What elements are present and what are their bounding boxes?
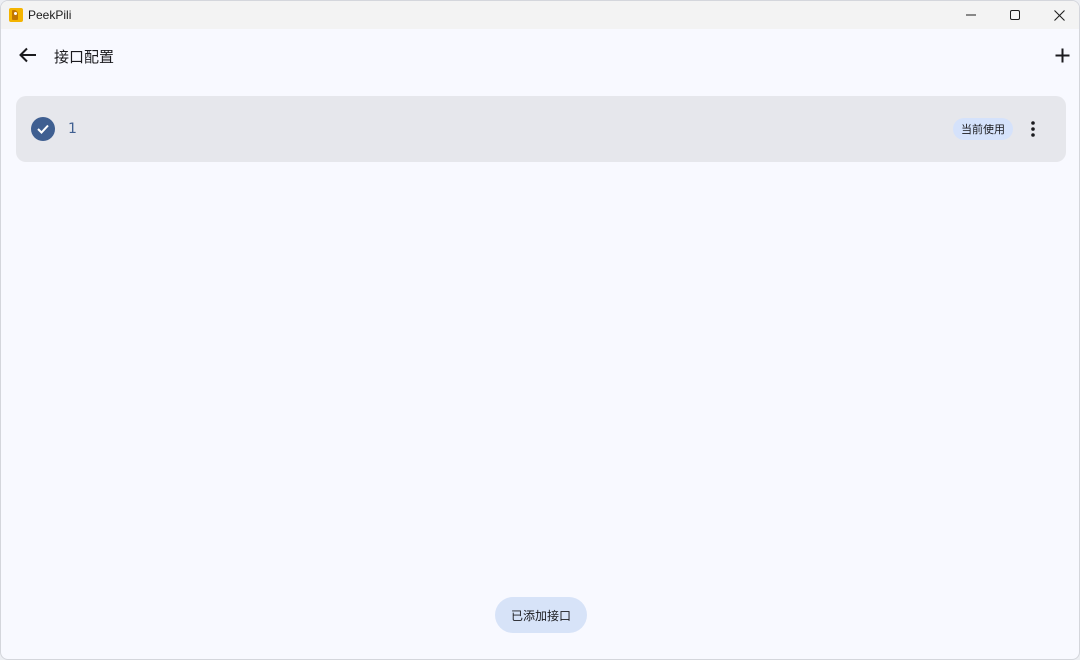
- minimize-button[interactable]: [949, 1, 993, 29]
- interface-name: 1: [68, 121, 77, 137]
- more-vert-icon: [1031, 121, 1035, 137]
- maximize-icon: [1010, 10, 1020, 20]
- snackbar-message: 已添加接口: [510, 608, 571, 623]
- more-options-button[interactable]: [1019, 115, 1047, 143]
- close-button[interactable]: [1037, 1, 1079, 29]
- app-logo-icon: [9, 8, 23, 22]
- page-title: 接口配置: [54, 48, 115, 66]
- title-bar[interactable]: PeekPili: [1, 1, 1079, 29]
- window-title: PeekPili: [28, 8, 72, 22]
- current-use-badge: 当前使用: [953, 118, 1013, 140]
- minimize-icon: [966, 14, 976, 16]
- interface-list-item[interactable]: 1 当前使用: [16, 96, 1066, 162]
- check-circle-icon: [31, 117, 55, 141]
- close-icon: [1053, 9, 1065, 21]
- interface-list: 1 当前使用: [16, 96, 1066, 162]
- add-interface-button[interactable]: [1047, 40, 1077, 70]
- app-bar: 接口配置: [1, 29, 1079, 83]
- snackbar: 已添加接口: [495, 597, 587, 633]
- app-window: PeekPili 接口配置 1 当前使用 已添加接口: [0, 0, 1080, 660]
- arrow-back-icon: [19, 47, 36, 63]
- maximize-button[interactable]: [993, 1, 1037, 29]
- back-button[interactable]: [13, 40, 43, 70]
- add-icon: [1055, 48, 1069, 62]
